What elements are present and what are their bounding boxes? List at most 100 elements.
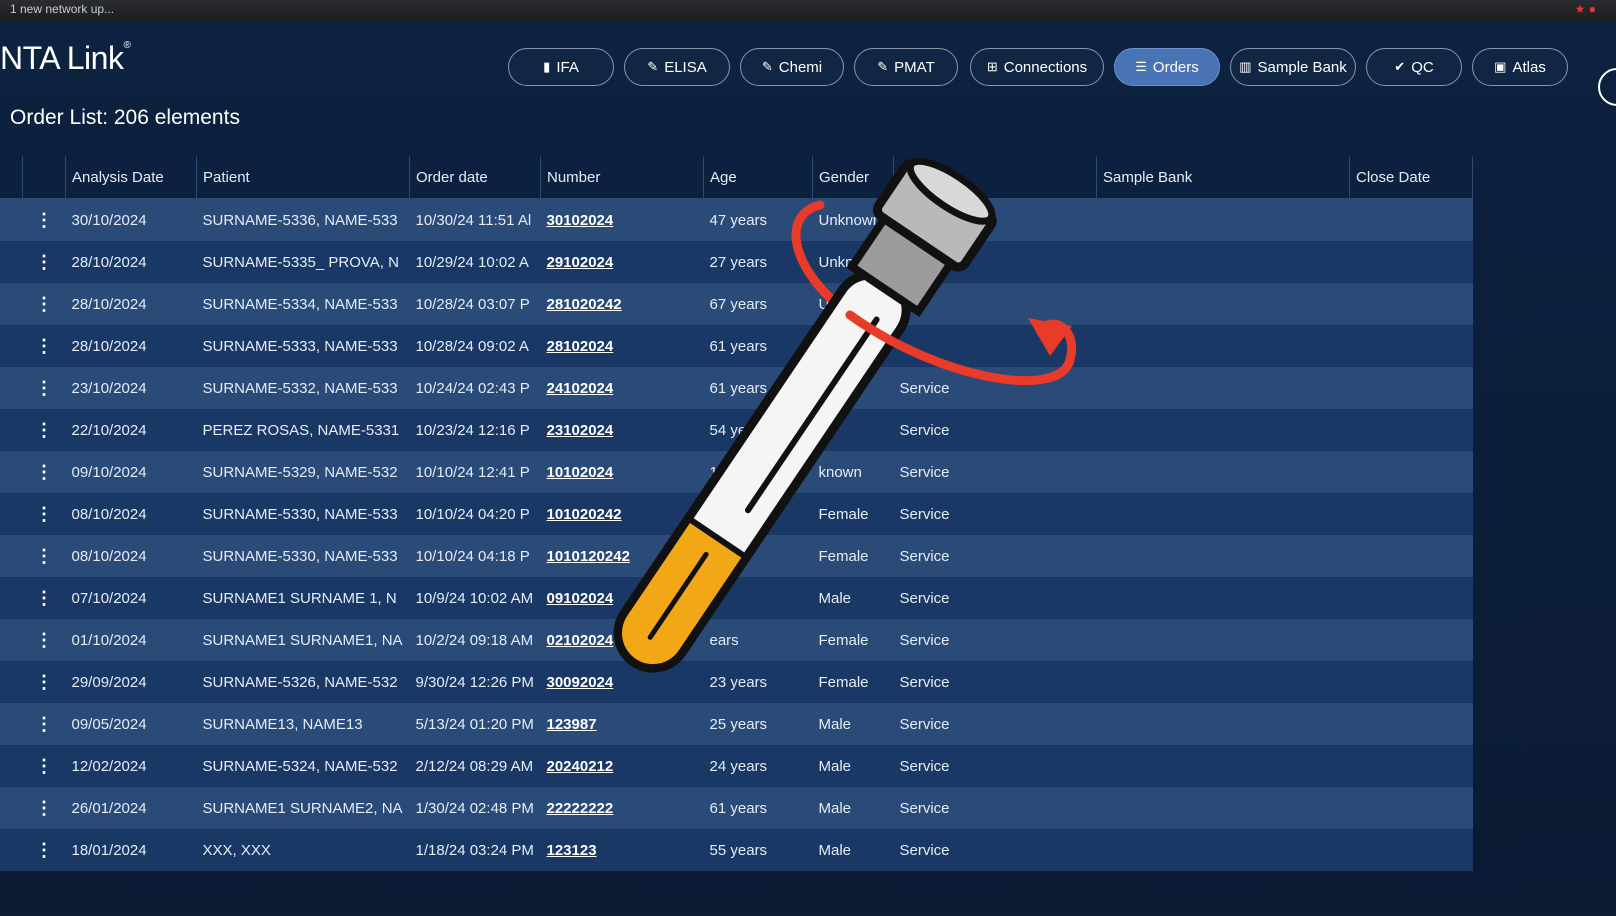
nav-atlas-button[interactable]: ▣ Atlas bbox=[1472, 48, 1568, 86]
table-row[interactable]: ⋮ 22/10/2024 PEREZ ROSAS, NAME-5331 10/23/2… bbox=[0, 409, 1473, 451]
browser-tab-text[interactable]: 1 new network up... bbox=[10, 2, 114, 16]
nav-chemi-button[interactable]: ✎ Chemi bbox=[740, 48, 844, 86]
col-type[interactable] bbox=[893, 156, 1097, 199]
row-menu-icon[interactable]: ⋮ bbox=[22, 367, 66, 409]
row-select-checkbox[interactable] bbox=[0, 325, 23, 367]
row-select-checkbox[interactable] bbox=[0, 829, 23, 871]
row-select-checkbox[interactable] bbox=[0, 619, 23, 661]
table-row[interactable]: ⋮ 09/05/2024 SURNAME13, NAME13 5/13/24 01:2… bbox=[0, 703, 1473, 745]
orders-table-container: Analysis Date Patient Order date Number … bbox=[0, 156, 1616, 916]
table-row[interactable]: ⋮ 01/10/2024 SURNAME1 SURNAME1, NA 10/2/24 … bbox=[0, 619, 1473, 661]
row-menu-icon[interactable]: ⋮ bbox=[22, 493, 66, 535]
nav-ifa-button[interactable]: ▮ IFA bbox=[508, 48, 614, 86]
nav-connections-button[interactable]: ⊞ Connections bbox=[970, 48, 1104, 86]
col-order-date[interactable]: Order date bbox=[409, 156, 541, 199]
number-cell: 281020242 bbox=[540, 283, 704, 325]
row-select-checkbox[interactable] bbox=[0, 535, 23, 577]
row-menu-icon[interactable]: ⋮ bbox=[22, 703, 66, 745]
row-menu-icon[interactable]: ⋮ bbox=[22, 787, 66, 829]
table-row[interactable]: ⋮ 12/02/2024 SURNAME-5324, NAME-532 2/12/24… bbox=[0, 745, 1473, 787]
table-row[interactable]: ⋮ 23/10/2024 SURNAME-5332, NAME-533 10/24/2… bbox=[0, 367, 1473, 409]
row-menu-icon[interactable]: ⋮ bbox=[22, 451, 66, 493]
app-brand[interactable]: NTA Link® bbox=[0, 40, 131, 77]
table-row[interactable]: ⋮ 08/10/2024 SURNAME-5330, NAME-533 10/10/2… bbox=[0, 493, 1473, 535]
row-menu-icon[interactable]: ⋮ bbox=[22, 619, 66, 661]
table-row[interactable]: ⋮ 07/10/2024 SURNAME1 SURNAME 1, N 10/9/24 … bbox=[0, 577, 1473, 619]
row-select-checkbox[interactable] bbox=[0, 283, 23, 325]
order-number-link[interactable]: 29102024 bbox=[547, 254, 614, 271]
table-row[interactable]: ⋮ 28/10/2024 SURNAME-5333, NAME-533 10/28/2… bbox=[0, 325, 1473, 367]
col-number[interactable]: Number bbox=[540, 156, 704, 199]
row-select-checkbox[interactable] bbox=[0, 661, 23, 703]
row-select-checkbox[interactable] bbox=[0, 451, 23, 493]
table-row[interactable]: ⋮ 30/10/2024 SURNAME-5336, NAME-533 10/30/2… bbox=[0, 198, 1473, 241]
row-menu-icon[interactable]: ⋮ bbox=[22, 535, 66, 577]
order-number-link[interactable]: 101020242 bbox=[547, 506, 622, 523]
table-row[interactable]: ⋮ 28/10/2024 SURNAME-5335_ PROVA, N 10/29/2… bbox=[0, 241, 1473, 283]
order-number-link[interactable]: 281020242 bbox=[547, 296, 622, 313]
row-select-checkbox[interactable] bbox=[0, 367, 23, 409]
row-select-checkbox[interactable] bbox=[0, 493, 23, 535]
col-patient[interactable]: Patient bbox=[196, 156, 410, 199]
user-avatar-button[interactable] bbox=[1598, 68, 1616, 106]
row-select-checkbox[interactable] bbox=[0, 409, 23, 451]
list-icon: ☰ bbox=[1135, 59, 1147, 74]
nav-qc-button[interactable]: ✔ QC bbox=[1366, 48, 1462, 86]
col-gender[interactable]: Gender bbox=[812, 156, 894, 199]
sitemap-icon: ⊞ bbox=[986, 59, 998, 74]
row-menu-icon[interactable]: ⋮ bbox=[22, 661, 66, 703]
order-number-link[interactable]: 30092024 bbox=[547, 674, 614, 691]
order-number-link[interactable]: 30102024 bbox=[547, 212, 614, 229]
gender-cell bbox=[812, 367, 894, 409]
order-number-link[interactable]: 24102024 bbox=[547, 380, 614, 397]
col-select[interactable] bbox=[0, 156, 23, 199]
order-number-link[interactable]: 20240212 bbox=[547, 758, 614, 775]
table-row[interactable]: ⋮ 28/10/2024 SURNAME-5334, NAME-533 10/28/2… bbox=[0, 283, 1473, 325]
nav-pmat-button[interactable]: ✎ PMAT bbox=[854, 48, 958, 86]
row-menu-icon[interactable]: ⋮ bbox=[22, 283, 66, 325]
order-number-link[interactable]: 10102024 bbox=[547, 464, 614, 481]
row-select-checkbox[interactable] bbox=[0, 241, 23, 283]
gender-cell: known bbox=[812, 451, 894, 493]
row-menu-icon[interactable]: ⋮ bbox=[22, 409, 66, 451]
order-number-link[interactable]: 1010120242 bbox=[547, 548, 630, 565]
nav-label: ELISA bbox=[664, 58, 707, 76]
row-menu-icon[interactable]: ⋮ bbox=[22, 829, 66, 871]
nav-sample-bank-button[interactable]: ▥ Sample Bank bbox=[1230, 48, 1356, 86]
nav-orders-button[interactable]: ☰ Orders bbox=[1114, 48, 1220, 86]
col-analysis-date[interactable]: Analysis Date bbox=[65, 156, 197, 199]
order-number-link[interactable]: 02102024 bbox=[547, 632, 614, 649]
number-cell: 28102024 bbox=[540, 325, 704, 367]
patient-cell: PEREZ ROSAS, NAME-5331 bbox=[196, 409, 410, 451]
order-date-cell: 2/12/24 08:29 AM bbox=[409, 745, 541, 787]
table-row[interactable]: ⋮ 08/10/2024 SURNAME-5330, NAME-533 10/10/2… bbox=[0, 535, 1473, 577]
col-age[interactable]: Age bbox=[703, 156, 813, 199]
close-date-cell bbox=[1349, 787, 1473, 829]
order-number-link[interactable]: 123123 bbox=[547, 842, 597, 859]
table-row[interactable]: ⋮ 09/10/2024 SURNAME-5329, NAME-532 10/10/2… bbox=[0, 451, 1473, 493]
table-row[interactable]: ⋮ 26/01/2024 SURNAME1 SURNAME2, NA 1/30/24 … bbox=[0, 787, 1473, 829]
row-menu-icon[interactable]: ⋮ bbox=[22, 241, 66, 283]
row-menu-icon[interactable]: ⋮ bbox=[22, 198, 66, 241]
table-row[interactable]: ⋮ 18/01/2024 XXX, XXX 1/18/24 03:24 PM 12312… bbox=[0, 829, 1473, 871]
row-select-checkbox[interactable] bbox=[0, 703, 23, 745]
table-row[interactable]: ⋮ 29/09/2024 SURNAME-5326, NAME-532 9/30/24… bbox=[0, 661, 1473, 703]
order-number-link[interactable]: 09102024 bbox=[547, 590, 614, 607]
nav-elisa-button[interactable]: ✎ ELISA bbox=[624, 48, 730, 86]
row-menu-icon[interactable]: ⋮ bbox=[22, 745, 66, 787]
order-number-link[interactable]: 28102024 bbox=[547, 338, 614, 355]
order-number-link[interactable]: 22222222 bbox=[547, 800, 614, 817]
row-select-checkbox[interactable] bbox=[0, 577, 23, 619]
row-select-checkbox[interactable] bbox=[0, 198, 23, 241]
order-number-link[interactable]: 123987 bbox=[547, 716, 597, 733]
check-circle-icon: ✔ bbox=[1394, 59, 1406, 74]
col-sample-bank[interactable]: Sample Bank bbox=[1096, 156, 1350, 199]
row-select-checkbox[interactable] bbox=[0, 745, 23, 787]
row-select-checkbox[interactable] bbox=[0, 787, 23, 829]
col-close-date[interactable]: Close Date bbox=[1349, 156, 1473, 199]
row-menu-icon[interactable]: ⋮ bbox=[22, 325, 66, 367]
order-number-link[interactable]: 23102024 bbox=[547, 422, 614, 439]
row-menu-icon[interactable]: ⋮ bbox=[22, 577, 66, 619]
browser-icons[interactable]: ★ ● bbox=[1575, 2, 1596, 16]
order-date-cell: 9/30/24 12:26 PM bbox=[409, 661, 541, 703]
